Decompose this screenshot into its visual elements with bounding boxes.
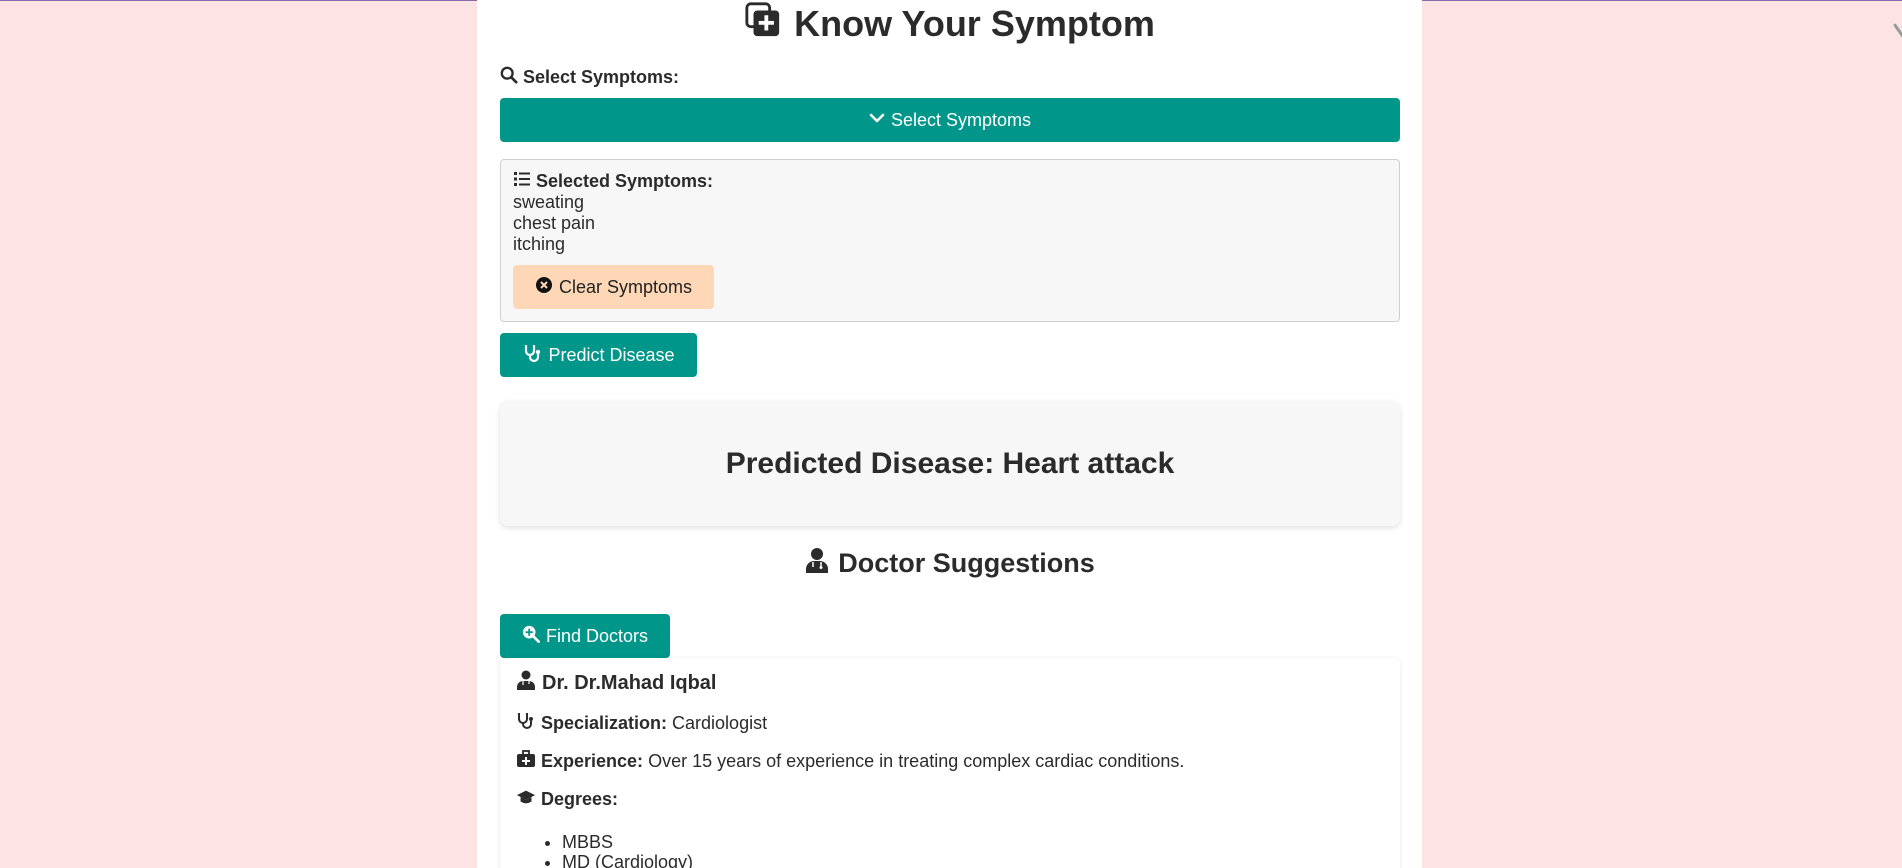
selected-symptoms-heading-text: Selected Symptoms: <box>536 170 714 191</box>
select-symptoms-dropdown-button[interactable]: Select Symptoms <box>500 98 1400 142</box>
doctor-icon <box>516 670 536 696</box>
doctor-name: Dr. Dr.Mahad Iqbal <box>516 670 1384 696</box>
chevron-down-icon <box>869 110 885 131</box>
selected-symptoms-panel: Selected Symptoms: sweating chest pain i… <box>500 159 1400 322</box>
specialization-value: Cardiologist <box>672 712 768 733</box>
main-container: Know Your Symptom Select Symptoms: Selec… <box>477 0 1422 868</box>
degrees-list: MBBS MD (Cardiology) <box>516 832 1384 868</box>
page-title: Know Your Symptom <box>477 1 1422 48</box>
graduation-cap-icon <box>516 788 536 811</box>
find-doctors-label: Find Doctors <box>545 625 649 646</box>
list-icon <box>513 170 531 193</box>
search-plus-icon <box>522 625 540 648</box>
specialization-label: Specialization: <box>541 712 668 733</box>
medical-copy-icon <box>744 1 782 48</box>
select-symptoms-label: Select Symptoms: <box>500 66 1400 88</box>
search-icon <box>500 66 518 89</box>
select-symptoms-button-label: Select Symptoms <box>890 109 1032 130</box>
close-circle-icon <box>535 276 553 299</box>
scrollbar-indicator[interactable] <box>1892 23 1902 43</box>
doctor-specialization: Specialization: Cardiologist <box>516 712 1384 734</box>
find-doctors-button[interactable]: Find Doctors <box>500 614 670 658</box>
clear-symptoms-button[interactable]: Clear Symptoms <box>513 265 715 309</box>
predict-disease-label: Predict Disease <box>548 344 675 365</box>
list-item: MD (Cardiology) <box>562 852 1384 868</box>
list-item: itching <box>513 234 566 254</box>
experience-label: Experience: <box>541 750 644 771</box>
doctor-degrees: Degrees: <box>516 788 1384 810</box>
doctor-icon <box>804 547 830 580</box>
predict-disease-button[interactable]: Predict Disease <box>500 333 697 377</box>
doctor-name-text: Dr. Dr.Mahad Iqbal <box>542 671 717 694</box>
selected-symptoms-list: sweating chest pain itching <box>513 192 1387 255</box>
experience-value: Over 15 years of experience in treating … <box>648 750 1185 771</box>
stethoscope-icon <box>516 712 536 735</box>
clear-symptoms-label: Clear Symptoms <box>559 276 693 297</box>
selected-symptoms-heading: Selected Symptoms: <box>513 170 1387 192</box>
prediction-result-card: Predicted Disease: Heart attack <box>500 401 1400 526</box>
list-item: MBBS <box>562 832 1384 852</box>
prediction-result-text: Predicted Disease: Heart attack <box>725 446 1175 480</box>
select-symptoms-label-text: Select Symptoms: <box>523 66 680 87</box>
list-item: sweating <box>513 192 585 212</box>
list-item: chest pain <box>513 213 596 233</box>
doctor-suggestions-heading: Doctor Suggestions <box>477 546 1422 580</box>
page-title-text: Know Your Symptom <box>794 3 1155 44</box>
degrees-label: Degrees: <box>541 788 619 809</box>
doctor-suggestions-heading-text: Doctor Suggestions <box>838 547 1095 578</box>
doctor-experience: Experience: Over 15 years of experience … <box>516 749 1384 773</box>
medical-kit-icon <box>516 749 536 773</box>
stethoscope-icon <box>522 343 542 368</box>
doctor-card: Dr. Dr.Mahad Iqbal Specialization: Cardi… <box>500 658 1400 868</box>
